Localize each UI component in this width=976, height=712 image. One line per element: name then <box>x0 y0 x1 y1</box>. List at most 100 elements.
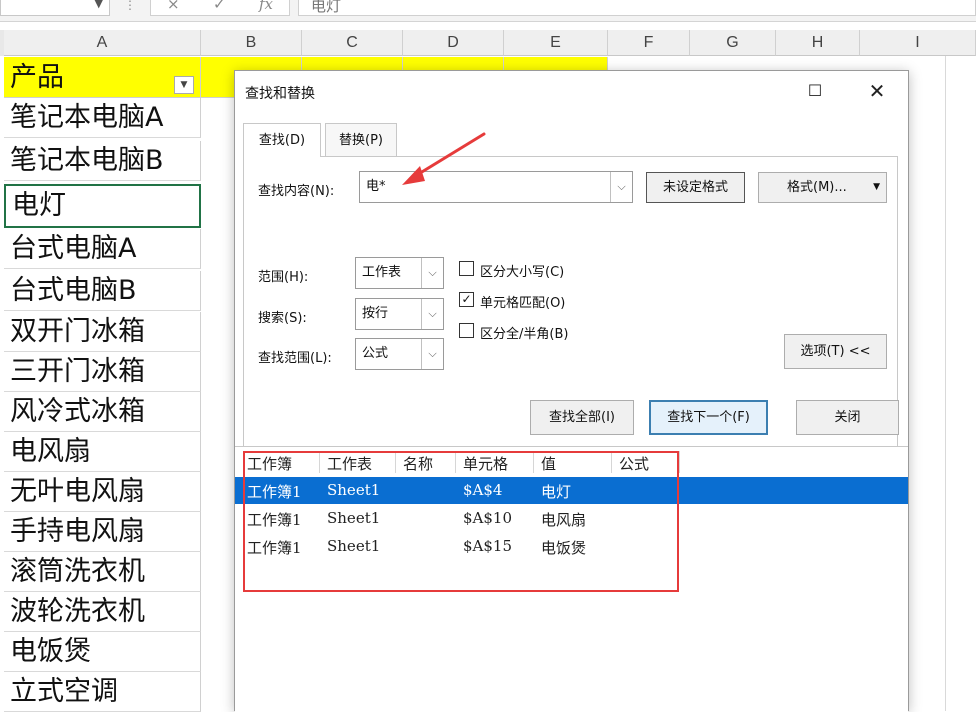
cell-a10[interactable]: 电风扇 <box>4 432 201 472</box>
close-icon[interactable]: ✕ <box>857 75 897 107</box>
chevron-down-icon[interactable]: ▼ <box>95 0 103 10</box>
results-header-workbook[interactable]: 工作簿 <box>247 453 292 474</box>
formula-bar: ▼ ⋮ × ✓ fx 电灯 <box>0 0 976 22</box>
match-case-label: 区分大小写(C) <box>480 265 565 280</box>
dialog-title: 查找和替换 <box>245 86 315 102</box>
column-header-e[interactable]: E <box>504 30 608 56</box>
formula-input[interactable]: 电灯 <box>298 0 976 16</box>
header-divider[interactable] <box>455 451 456 473</box>
column-header-f[interactable]: F <box>608 30 690 56</box>
grid-line <box>945 56 946 711</box>
match-width-label: 区分全/半角(B) <box>480 327 569 342</box>
column-header-d[interactable]: D <box>403 30 504 56</box>
format-preview-button[interactable]: 未设定格式 <box>646 172 745 203</box>
cell-a1[interactable]: 产品 ▼ <box>4 57 201 98</box>
result-cell: $A$10 <box>463 509 513 527</box>
cell-a4-selected[interactable]: 电灯 <box>4 184 201 228</box>
cell-a3[interactable]: 笔记本电脑B <box>4 141 201 181</box>
result-workbook: 工作簿1 <box>247 539 302 557</box>
header-divider[interactable] <box>319 451 320 473</box>
result-sheet: Sheet1 <box>327 509 381 527</box>
result-workbook: 工作簿1 <box>247 511 302 529</box>
search-order-value: 按行 <box>362 306 389 321</box>
tab-replace[interactable]: 替换(P) <box>325 123 397 156</box>
cell-a15[interactable]: 电饭煲 <box>4 632 201 672</box>
chevron-down-icon[interactable]: ⌵ <box>610 172 632 202</box>
within-select[interactable]: 工作表 ⌵ <box>355 257 444 289</box>
look-in-select[interactable]: 公式 ⌵ <box>355 338 444 370</box>
chevron-down-icon[interactable]: ⌵ <box>421 299 443 329</box>
column-header-i[interactable]: I <box>860 30 976 56</box>
result-value: 电灯 <box>541 483 572 501</box>
options-button[interactable]: 选项(T) << <box>784 334 887 369</box>
name-box[interactable]: ▼ <box>0 0 110 16</box>
result-row[interactable]: 工作簿1 Sheet1 $A$15 电饭煲 <box>235 533 908 560</box>
within-value: 工作表 <box>362 265 402 280</box>
results-header-name[interactable]: 名称 <box>403 453 433 474</box>
cancel-icon[interactable]: × <box>167 0 180 13</box>
header-divider[interactable] <box>533 451 534 473</box>
find-what-value: 电* <box>366 179 386 194</box>
match-cell-label: 单元格匹配(O) <box>480 296 566 311</box>
search-order-select[interactable]: 按行 ⌵ <box>355 298 444 330</box>
find-panel: 查找内容(N): 电* ⌵ 未设定格式 格式(M)... ▼ 范围(H): 工作… <box>243 156 899 461</box>
result-sheet: Sheet1 <box>327 537 381 555</box>
results-header-formula[interactable]: 公式 <box>619 453 649 474</box>
match-cell-checkbox[interactable]: ✓ <box>459 292 474 307</box>
result-value: 电饭煲 <box>541 539 587 557</box>
column-header-a[interactable]: A <box>4 30 201 56</box>
dropdown-arrow-icon: ▼ <box>873 182 880 192</box>
result-workbook: 工作簿1 <box>247 483 302 501</box>
header-divider[interactable] <box>679 451 680 473</box>
column-header-b[interactable]: B <box>201 30 302 56</box>
column-header-c[interactable]: C <box>302 30 403 56</box>
cell-a9[interactable]: 风冷式冰箱 <box>4 392 201 432</box>
header-divider[interactable] <box>395 451 396 473</box>
results-list[interactable]: 工作簿 工作表 名称 单元格 值 公式 工作簿1 Sheet1 $A$4 电灯 … <box>235 446 908 712</box>
results-header-sheet[interactable]: 工作表 <box>327 453 372 474</box>
cell-a11[interactable]: 无叶电风扇 <box>4 472 201 512</box>
format-button-label: 格式(M)... <box>787 180 847 195</box>
column-header-g[interactable]: G <box>690 30 776 56</box>
result-sheet: Sheet1 <box>327 481 381 499</box>
header-divider[interactable] <box>611 451 612 473</box>
tab-find[interactable]: 查找(D) <box>243 123 321 157</box>
result-row[interactable]: 工作簿1 Sheet1 $A$4 电灯 <box>235 477 908 504</box>
search-order-label: 搜索(S): <box>258 311 307 326</box>
result-cell: $A$4 <box>463 481 503 499</box>
find-replace-dialog: 查找和替换 ☐ ✕ 查找(D) 替换(P) 查找内容(N): 电* ⌵ 未设定格… <box>234 70 909 712</box>
results-header-cell[interactable]: 单元格 <box>463 453 508 474</box>
cell-a7[interactable]: 双开门冰箱 <box>4 312 201 352</box>
match-case-checkbox[interactable] <box>459 261 474 276</box>
cell-a5[interactable]: 台式电脑A <box>4 229 201 269</box>
cell-a6[interactable]: 台式电脑B <box>4 271 201 311</box>
within-label: 范围(H): <box>258 270 309 285</box>
chevron-down-icon[interactable]: ⌵ <box>421 258 443 288</box>
results-header-value[interactable]: 值 <box>541 453 556 474</box>
find-what-input[interactable]: 电* ⌵ <box>359 171 633 203</box>
fx-icon[interactable]: fx <box>259 0 273 13</box>
cell-a13[interactable]: 滚筒洗衣机 <box>4 552 201 592</box>
filter-dropdown-icon[interactable]: ▼ <box>174 76 194 94</box>
formula-buttons: × ✓ fx <box>150 0 290 16</box>
formula-bar-separator: ⋮ <box>124 0 136 12</box>
cell-a12[interactable]: 手持电风扇 <box>4 512 201 552</box>
find-next-button[interactable]: 查找下一个(F) <box>649 400 768 435</box>
header-cell-label: 产品 <box>10 62 64 93</box>
find-all-button[interactable]: 查找全部(I) <box>530 400 634 435</box>
match-width-checkbox[interactable] <box>459 323 474 338</box>
cell-a8[interactable]: 三开门冰箱 <box>4 352 201 392</box>
look-in-value: 公式 <box>362 346 389 361</box>
format-button[interactable]: 格式(M)... ▼ <box>758 172 887 203</box>
column-header-h[interactable]: H <box>776 30 860 56</box>
cell-a16[interactable]: 立式空调 <box>4 672 201 712</box>
results-header: 工作簿 工作表 名称 单元格 值 公式 <box>235 447 908 477</box>
cell-a2[interactable]: 笔记本电脑A <box>4 98 201 138</box>
close-button[interactable]: 关闭 <box>796 400 899 435</box>
chevron-down-icon[interactable]: ⌵ <box>421 339 443 369</box>
restore-icon[interactable]: ☐ <box>795 75 835 107</box>
check-icon[interactable]: ✓ <box>213 0 226 13</box>
find-what-label: 查找内容(N): <box>258 184 335 199</box>
cell-a14[interactable]: 波轮洗衣机 <box>4 592 201 632</box>
result-row[interactable]: 工作簿1 Sheet1 $A$10 电风扇 <box>235 505 908 532</box>
